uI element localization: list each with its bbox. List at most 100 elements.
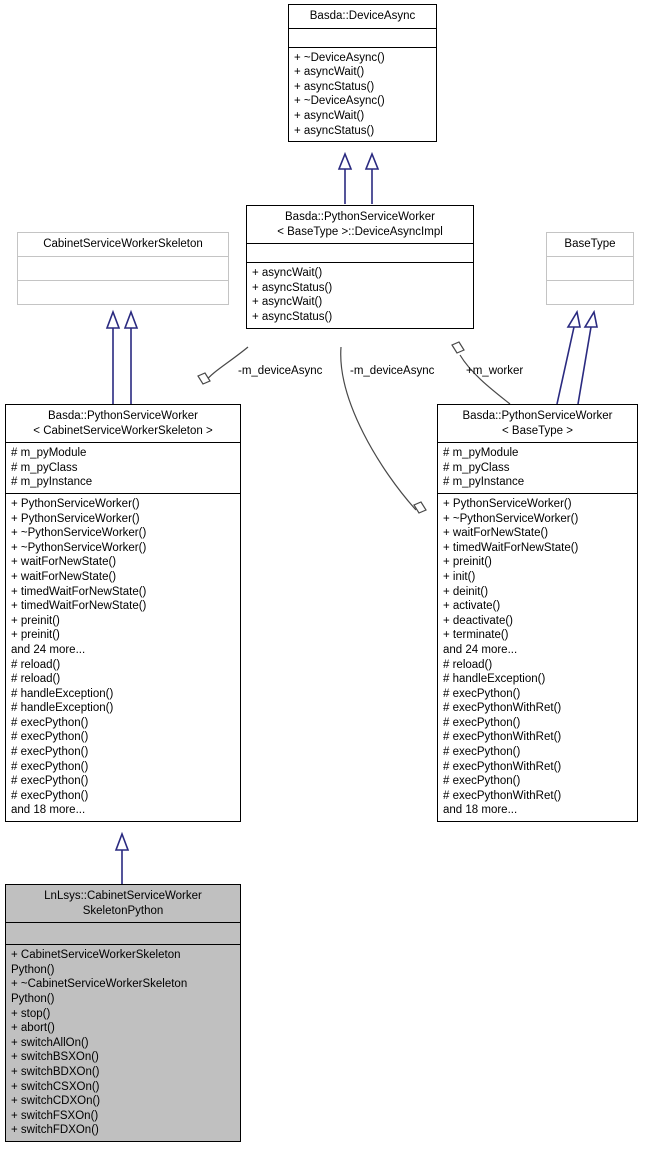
class-title: Basda::PythonServiceWorker < CabinetServ… xyxy=(33,410,213,437)
attributes-compartment xyxy=(289,29,436,47)
class-member: # execPythonWithRet() xyxy=(443,731,562,744)
class-title: Basda::PythonServiceWorker < BaseType > xyxy=(462,410,613,437)
class-member: # m_pyModule xyxy=(443,447,519,460)
class-member: # execPython() xyxy=(11,746,89,759)
class-member: + preinit() xyxy=(11,614,60,627)
attributes-compartment xyxy=(6,923,240,944)
aggregation-diamond xyxy=(451,341,465,354)
class-member: + asyncWait() xyxy=(252,267,323,280)
methods-compartment: + PythonServiceWorker() + PythonServiceW… xyxy=(6,494,240,821)
class-member: # m_pyInstance xyxy=(11,476,93,489)
class-member: # execPythonWithRet() xyxy=(443,760,562,773)
class-member: + waitForNewState() xyxy=(11,570,117,583)
class-member: # execPython() xyxy=(11,731,89,744)
class-member: + CabinetServiceWorkerSkeleton Python() xyxy=(11,949,181,976)
attributes-compartment: # m_pyModule # m_pyClass # m_pyInstance xyxy=(438,443,637,493)
class-member: + switchCDXOn() xyxy=(11,1095,101,1108)
class-member: + asyncStatus() xyxy=(252,281,333,294)
class-member: + timedWaitForNewState() xyxy=(11,585,147,598)
class-member: + deactivate() xyxy=(443,614,513,627)
class-member: + switchFDXOn() xyxy=(11,1124,99,1137)
class-member: # execPythonWithRet() xyxy=(443,789,562,802)
class-member: + activate() xyxy=(443,600,501,613)
edge-label-worker: +m_worker xyxy=(466,365,524,377)
class-member: + ~DeviceAsync() xyxy=(294,51,385,64)
methods-compartment: + ~DeviceAsync() + asyncWait() + asyncSt… xyxy=(289,48,436,142)
inheritance-arrowhead xyxy=(583,309,598,328)
class-member: and 24 more... xyxy=(443,643,518,656)
class-member: + asyncStatus() xyxy=(294,80,375,93)
class-member: + timedWaitForNewState() xyxy=(443,541,579,554)
class-member: # m_pyInstance xyxy=(443,476,525,489)
class-member: # execPython() xyxy=(11,789,89,802)
class-member: + terminate() xyxy=(443,629,509,642)
class-member: + asyncStatus() xyxy=(294,124,375,137)
class-member: + switchBSXOn() xyxy=(11,1051,99,1064)
class-member: # m_pyClass xyxy=(443,461,510,474)
class-title: LnLsys::CabinetServiceWorker SkeletonPyt… xyxy=(44,890,202,917)
class-member: # handleException() xyxy=(443,673,546,686)
edge-label-device-async-left: -m_deviceAsync xyxy=(238,365,323,377)
inheritance-arrowhead xyxy=(337,151,353,170)
methods-compartment: + asyncWait() + asyncStatus() + asyncWai… xyxy=(247,263,473,327)
class-member: + ~DeviceAsync() xyxy=(294,95,385,108)
class-member: and 18 more... xyxy=(11,804,86,817)
class-member: and 18 more... xyxy=(443,804,518,817)
class-member: + timedWaitForNewState() xyxy=(11,600,147,613)
class-member: + PythonServiceWorker() xyxy=(11,497,140,510)
attributes-compartment: # m_pyModule # m_pyClass # m_pyInstance xyxy=(6,443,240,493)
aggregation-diamond xyxy=(197,372,211,385)
inheritance-edge-impl-to-deviceasync xyxy=(344,168,373,204)
class-member: + ~PythonServiceWorker() xyxy=(11,527,147,540)
methods-compartment: + PythonServiceWorker() + ~PythonService… xyxy=(438,494,637,821)
class-box-cabinet-service-worker-skeleton-python[interactable]: LnLsys::CabinetServiceWorker SkeletonPyt… xyxy=(5,884,241,1142)
class-box-device-async-impl[interactable]: Basda::PythonServiceWorker < BaseType >:… xyxy=(246,205,474,329)
class-box-cabinet-service-worker-skeleton[interactable]: CabinetServiceWorkerSkeleton xyxy=(17,232,229,305)
class-title: Basda::DeviceAsync xyxy=(309,10,416,22)
methods-compartment: + CabinetServiceWorkerSkeleton Python() … xyxy=(6,945,240,1141)
attributes-compartment xyxy=(247,244,473,262)
inheritance-arrowhead xyxy=(566,309,581,328)
class-member: + ~CabinetServiceWorkerSkeleton Python() xyxy=(11,978,188,1005)
inheritance-edge-pswcabinet-to-skeleton xyxy=(112,327,132,404)
class-member: # execPython() xyxy=(11,760,89,773)
methods-compartment xyxy=(547,281,633,304)
class-member: # m_pyModule xyxy=(11,447,87,460)
class-member: # reload() xyxy=(11,658,61,671)
class-box-device-async[interactable]: Basda::DeviceAsync + ~DeviceAsync() + as… xyxy=(288,4,437,143)
inheritance-arrowhead xyxy=(105,309,121,329)
class-member: # reload() xyxy=(11,673,61,686)
class-member: + ~PythonServiceWorker() xyxy=(11,541,147,554)
class-member: + deinit() xyxy=(443,585,489,598)
class-member: # execPythonWithRet() xyxy=(443,702,562,715)
class-member: and 24 more... xyxy=(11,643,86,656)
class-member: + asyncWait() xyxy=(294,66,365,79)
methods-compartment xyxy=(18,281,228,304)
class-member: # execPython() xyxy=(11,716,89,729)
attributes-compartment xyxy=(547,257,633,280)
class-title: CabinetServiceWorkerSkeleton xyxy=(43,238,203,250)
class-member: # execPython() xyxy=(443,775,521,788)
attributes-compartment xyxy=(18,257,228,280)
class-title: BaseType xyxy=(564,238,616,250)
class-member: + waitForNewState() xyxy=(11,556,117,569)
class-box-psw-cabinet-skeleton[interactable]: Basda::PythonServiceWorker < CabinetServ… xyxy=(5,404,241,823)
class-member: # execPython() xyxy=(443,746,521,759)
class-member: + abort() xyxy=(11,1022,55,1035)
class-member: # execPython() xyxy=(443,716,521,729)
class-box-base-type[interactable]: BaseType xyxy=(546,232,634,305)
class-member: + waitForNewState() xyxy=(443,527,549,540)
class-member: # handleException() xyxy=(11,687,114,700)
class-member: + switchFSXOn() xyxy=(11,1109,99,1122)
class-member: + switchBDXOn() xyxy=(11,1065,100,1078)
aggregation-diamond xyxy=(413,501,427,514)
inheritance-edge-pswbasetype-to-basetype xyxy=(556,326,592,405)
inheritance-arrowhead xyxy=(364,151,380,170)
class-member: + PythonServiceWorker() xyxy=(443,497,572,510)
class-member: + switchAllOn() xyxy=(11,1036,89,1049)
class-member: # execPython() xyxy=(11,775,89,788)
class-member: + preinit() xyxy=(11,629,60,642)
class-member: + PythonServiceWorker() xyxy=(11,512,140,525)
class-box-psw-base-type[interactable]: Basda::PythonServiceWorker < BaseType > … xyxy=(437,404,638,823)
inheritance-arrowhead xyxy=(114,831,130,851)
